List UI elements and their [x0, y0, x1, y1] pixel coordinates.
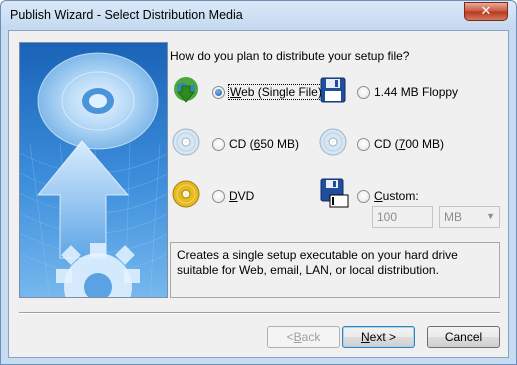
cd650-radio[interactable]: [212, 137, 225, 151]
floppy-label[interactable]: 1.44 MB Floppy: [374, 85, 458, 99]
banner-artwork: [20, 43, 167, 297]
next-button[interactable]: Next >: [342, 326, 415, 348]
custom-floppy-icon: [320, 178, 349, 208]
web-label[interactable]: Web (Single File): [228, 84, 324, 100]
button-divider: [19, 312, 500, 314]
back-button[interactable]: < Back: [267, 326, 340, 348]
web-option[interactable]: Web (Single File): [212, 84, 324, 100]
custom-unit-value: MB: [444, 210, 462, 224]
cd-icon: [172, 128, 200, 156]
dvd-option[interactable]: DVD: [212, 189, 254, 203]
cd650-label[interactable]: CD (650 MB): [229, 137, 299, 151]
globe-download-icon: [174, 77, 198, 103]
dialog-body: How do you plan to distribute your setup…: [8, 30, 509, 358]
cd650-option[interactable]: CD (650 MB): [212, 137, 299, 151]
custom-label[interactable]: Custom:: [374, 189, 419, 203]
cd700-option[interactable]: CD (700 MB): [357, 137, 444, 151]
cd700-radio[interactable]: [357, 137, 370, 151]
cd-icon: [319, 128, 347, 156]
custom-radio[interactable]: [357, 189, 370, 203]
dvd-label[interactable]: DVD: [229, 189, 254, 203]
custom-unit-select[interactable]: MB ▼: [439, 206, 500, 228]
dvd-radio[interactable]: [212, 189, 225, 203]
floppy-disk-icon: [320, 77, 346, 103]
custom-option[interactable]: Custom:: [357, 189, 419, 203]
close-icon: ✕: [480, 4, 492, 19]
dvd-icon: [172, 180, 200, 208]
cancel-button[interactable]: Cancel: [427, 326, 500, 348]
web-radio[interactable]: [212, 85, 225, 99]
custom-size-input[interactable]: 100: [372, 206, 433, 228]
floppy-option[interactable]: 1.44 MB Floppy: [357, 85, 458, 99]
option-description: Creates a single setup executable on you…: [170, 242, 500, 298]
floppy-radio[interactable]: [357, 85, 370, 99]
wizard-banner-image: [19, 42, 168, 298]
title-bar[interactable]: Publish Wizard - Select Distribution Med…: [1, 1, 516, 30]
distribution-question: How do you plan to distribute your setup…: [170, 49, 410, 63]
cd700-label[interactable]: CD (700 MB): [374, 137, 444, 151]
wizard-window: Publish Wizard - Select Distribution Med…: [0, 0, 517, 365]
close-button[interactable]: ✕: [464, 2, 508, 21]
chevron-down-icon: ▼: [486, 211, 495, 221]
window-title: Publish Wizard - Select Distribution Med…: [10, 8, 243, 22]
